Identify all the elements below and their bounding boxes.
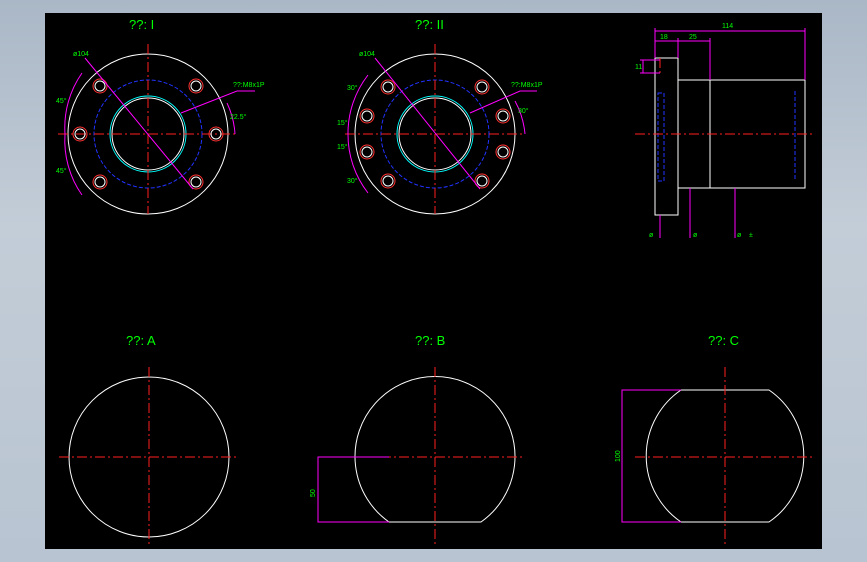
- side-view: 114 18 25 11 ø ø ø ±: [635, 23, 815, 239]
- dim-flat: 50: [310, 489, 317, 497]
- view-title: ??: I: [129, 17, 154, 32]
- angle-label-5: 30°: [518, 107, 529, 115]
- angle-label-bottom: 45°: [56, 167, 67, 175]
- angle-label-right: 22.5°: [230, 113, 247, 121]
- angle-label-top: 45°: [56, 97, 67, 105]
- angle-arc-top: [64, 72, 83, 135]
- angle-label-4: 30°: [347, 177, 358, 185]
- flange-view-2: ??: II ø104 ??:M8x1P 30° 15° 15° 30° 30°: [337, 17, 543, 215]
- dim-d3-suffix: ±: [749, 232, 753, 239]
- angle-label-3: 15°: [337, 143, 348, 151]
- angle-label-2: 15°: [337, 119, 348, 127]
- dia-label: ø104: [73, 51, 89, 58]
- section-view-a: ??: A: [59, 333, 239, 547]
- dim-height: 11: [635, 64, 642, 71]
- dia-label: ø104: [359, 51, 375, 58]
- view-title: ??: II: [415, 17, 444, 32]
- thread-label: ??:M8x1P: [511, 82, 543, 89]
- view-title: ??: C: [708, 333, 739, 348]
- dim-width-bracket: [621, 389, 681, 523]
- dim-d3: ø: [737, 232, 742, 239]
- section-view-c: ??: C 100: [615, 333, 815, 547]
- section-view-b: ??: B 50: [310, 333, 525, 547]
- dim-step: 25: [689, 34, 697, 41]
- angle-arc-right: [514, 100, 526, 135]
- flange-bore-hidden: [657, 92, 665, 182]
- dim-width: 100: [615, 450, 622, 462]
- angle-arc-bottom: [64, 133, 83, 196]
- thread-label: ??:M8x1P: [233, 82, 265, 89]
- flange-view-1: ??: I ø104 ??:M8x1P 45° 45° 22.5°: [56, 17, 265, 215]
- dim-d2: ø: [693, 232, 698, 239]
- angle-label-1: 30°: [347, 84, 358, 92]
- angle-arc-left-top: [347, 74, 369, 135]
- dim-total: 114: [722, 23, 733, 30]
- dim-flange: 18: [660, 34, 668, 41]
- dim-d1: ø: [649, 232, 654, 239]
- view-title: ??: B: [415, 333, 445, 348]
- cad-drawing: ??: I ø104 ??:M8x1P 45° 45° 22.5° ??: II: [56, 17, 815, 547]
- dim-flat-bracket: [317, 456, 389, 523]
- view-title: ??: A: [126, 333, 156, 348]
